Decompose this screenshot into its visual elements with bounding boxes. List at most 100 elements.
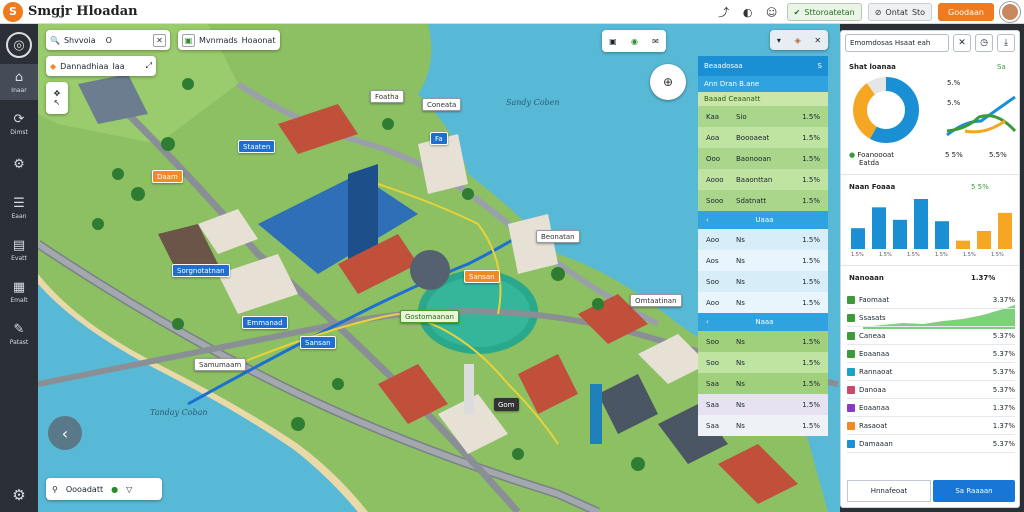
share-icon[interactable]: ⤴ [715, 3, 733, 21]
avatar[interactable] [1000, 2, 1020, 22]
search-input[interactable]: O [106, 36, 112, 45]
chat-icon[interactable]: ☺ [763, 3, 781, 21]
bar-chart: 1.5% 1.5% 1.5% 1.5% 1.5% 1.5% [851, 199, 1012, 257]
bottom-label: Oooadatt [65, 484, 104, 494]
primary-top-button[interactable]: Goodaan [938, 3, 994, 21]
compass-button[interactable]: ⊕ [650, 64, 686, 100]
list-item[interactable]: Eoaanaa 1.37% [847, 399, 1015, 417]
stats-row[interactable]: Ooo Baonooan 1.5% [698, 148, 828, 169]
map-marker[interactable]: Beonatan [536, 230, 580, 243]
rail-item-6[interactable]: ✎ Patast [0, 316, 38, 352]
map-marker[interactable]: Sorgnotatnan [172, 264, 230, 277]
map-marker[interactable]: Coneata [422, 98, 462, 111]
list-item[interactable]: Ssasats [847, 309, 1015, 327]
map-window-controls[interactable]: ▾ ◈ ✕ [770, 30, 828, 50]
map-marker[interactable]: Fa [430, 132, 448, 145]
app-logo[interactable]: S [3, 1, 23, 22]
map-view-tools[interactable]: ▣ ◉ ✉ [602, 30, 666, 52]
expand-icon[interactable]: ⤢ [146, 61, 152, 71]
secondary-button[interactable]: Hnnafeoat [847, 480, 931, 502]
list-item[interactable]: Damaaan 5.37% [847, 435, 1015, 453]
camera-icon[interactable]: ▣ [609, 37, 617, 46]
world-icon[interactable]: ◎ [6, 32, 32, 58]
rail-item-1[interactable]: ⟳ Dimst [0, 106, 38, 142]
search-bar[interactable]: 🔍 Shvvoia O ✕ [46, 30, 170, 50]
app-title: Smgjr Hloadan [28, 4, 138, 19]
map-marker[interactable]: Daam [152, 170, 183, 183]
rail-item-3[interactable]: ☰ Eaan [0, 190, 38, 226]
list-item[interactable]: Faomaat 3.37% [847, 291, 1015, 309]
stats-row[interactable]: Saa Ns 1.5% [698, 394, 828, 415]
section3-value: 1.37% [971, 274, 996, 282]
rail-icon: ⚙ [13, 157, 25, 172]
toggle-icon[interactable]: ● [111, 485, 118, 494]
settings-icon[interactable]: ⚙ [12, 486, 25, 504]
map-marker[interactable]: Samumaam [194, 358, 247, 371]
rail-item-0[interactable]: ⌂ Inaar [0, 64, 38, 100]
pointer-icon[interactable]: ✥ [54, 89, 61, 98]
mail-icon[interactable]: ✉ [652, 37, 659, 46]
stats-row[interactable]: Aoo Ns 1.5% [698, 292, 828, 313]
stats-row[interactable]: Aos Ns 1.5% [698, 250, 828, 271]
map-tools[interactable]: ✥ ↖ [46, 82, 68, 114]
list-item[interactable]: Rasaoat 1.37% [847, 417, 1015, 435]
chevron-down-icon[interactable]: ▽ [126, 485, 132, 494]
map-marker[interactable]: Gom [494, 398, 519, 411]
bar-label: 1.5% [879, 252, 892, 257]
bar-label: 1.5% [991, 252, 1004, 257]
stats-row[interactable]: Aoo Ns 1.5% [698, 229, 828, 250]
stats-green-header: Baaad Ceaanatt [698, 92, 828, 106]
color-swatch [847, 385, 855, 394]
rail-item-4[interactable]: ▤ Evatt [0, 232, 38, 268]
clock-icon[interactable]: ◷ [975, 34, 993, 52]
map-marker[interactable]: Omtaatinan [630, 294, 682, 307]
bar [935, 221, 949, 249]
stats-rows-b: Aoo Ns 1.5% Aos Ns 1.5% Soo Ns 1.5% Aoo Ns 1.5% [698, 229, 828, 313]
right-panel-tab[interactable]: Emomdosas Hsaat eah [845, 34, 949, 52]
stats-row[interactable]: Saa Ns 1.5% [698, 373, 828, 394]
stats-row[interactable]: Soo Ns 1.5% [698, 352, 828, 373]
map-marker[interactable]: Emmanad [242, 316, 288, 329]
layer-bar[interactable]: ◆ Dannadhiaa Iaa ⤢ [46, 56, 156, 76]
stats-row[interactable]: Saa Ns 1.5% [698, 415, 828, 436]
map-marker[interactable]: Foatha [370, 90, 404, 103]
map-marker[interactable]: Sansan [464, 270, 500, 283]
list-item[interactable]: Eoaanaa 5.37% [847, 345, 1015, 363]
status-pill[interactable]: ✔ Sttoroatetan [786, 3, 862, 21]
eye-icon[interactable]: ◉ [631, 37, 638, 46]
bottom-toolbar[interactable]: ⚲ Oooadatt ● ▽ [46, 478, 162, 500]
stats-row[interactable]: Kaa Sio 1.5% [698, 106, 828, 127]
map-marker[interactable]: Staaten [238, 140, 276, 153]
rail-item-5[interactable]: ▦ Emalt [0, 274, 38, 310]
bar-label: 1.5% [963, 252, 976, 257]
map-marker[interactable]: Gostomaanan [400, 310, 459, 323]
stats-row[interactable]: Aooo Baaonttan 1.5% [698, 169, 828, 190]
list-item[interactable]: Rannaoat 5.37% [847, 363, 1015, 381]
stats-panel: Beaadosaa S Ann Dran B.ane Baaad Ceaanat… [698, 56, 828, 484]
primary-button[interactable]: Sa Raaaan [933, 480, 1015, 502]
compass-icon[interactable]: ◐ [739, 3, 757, 21]
filter-bar[interactable]: ▣ Mvnmads Hoaonat [178, 30, 280, 50]
stats-row[interactable]: Soo Ns 1.5% [698, 271, 828, 292]
stats-row[interactable]: Sooo Sdatnatt 1.5% [698, 190, 828, 211]
list-item[interactable]: Caneaa 5.37% [847, 327, 1015, 345]
back-arrow-icon[interactable]: ‹ [48, 416, 82, 450]
route-icon[interactable]: ⚲ [52, 485, 58, 494]
download-icon[interactable]: ⤓ [997, 34, 1015, 52]
rail-icon: ☰ [13, 195, 25, 211]
stats-rows-a: Kaa Sio 1.5% Aoa Boooaeat 1.5% Ooo Baonooan 1.5%… [698, 106, 828, 211]
donut-legend-1: 5.% [947, 79, 961, 87]
user-icon[interactable]: ◈ [795, 36, 801, 45]
stats-row[interactable]: Soo Ns 1.5% [698, 331, 828, 352]
mode-pill[interactable]: ⊘ Ontat Sto [867, 3, 933, 21]
close-icon[interactable]: ✕ [953, 34, 971, 52]
rail-item-2[interactable]: ⚙ [0, 148, 38, 184]
stats-row[interactable]: Aoa Boooaeat 1.5% [698, 127, 828, 148]
close-icon[interactable]: ✕ [814, 36, 821, 45]
collapse-icon[interactable]: ▾ [777, 36, 781, 45]
map-marker[interactable]: Sansan [300, 336, 336, 349]
color-swatch [847, 313, 855, 322]
arrow-icon[interactable]: ↖ [54, 98, 61, 107]
close-icon[interactable]: ✕ [153, 33, 166, 47]
list-item[interactable]: Danoaa 5.37% [847, 381, 1015, 399]
